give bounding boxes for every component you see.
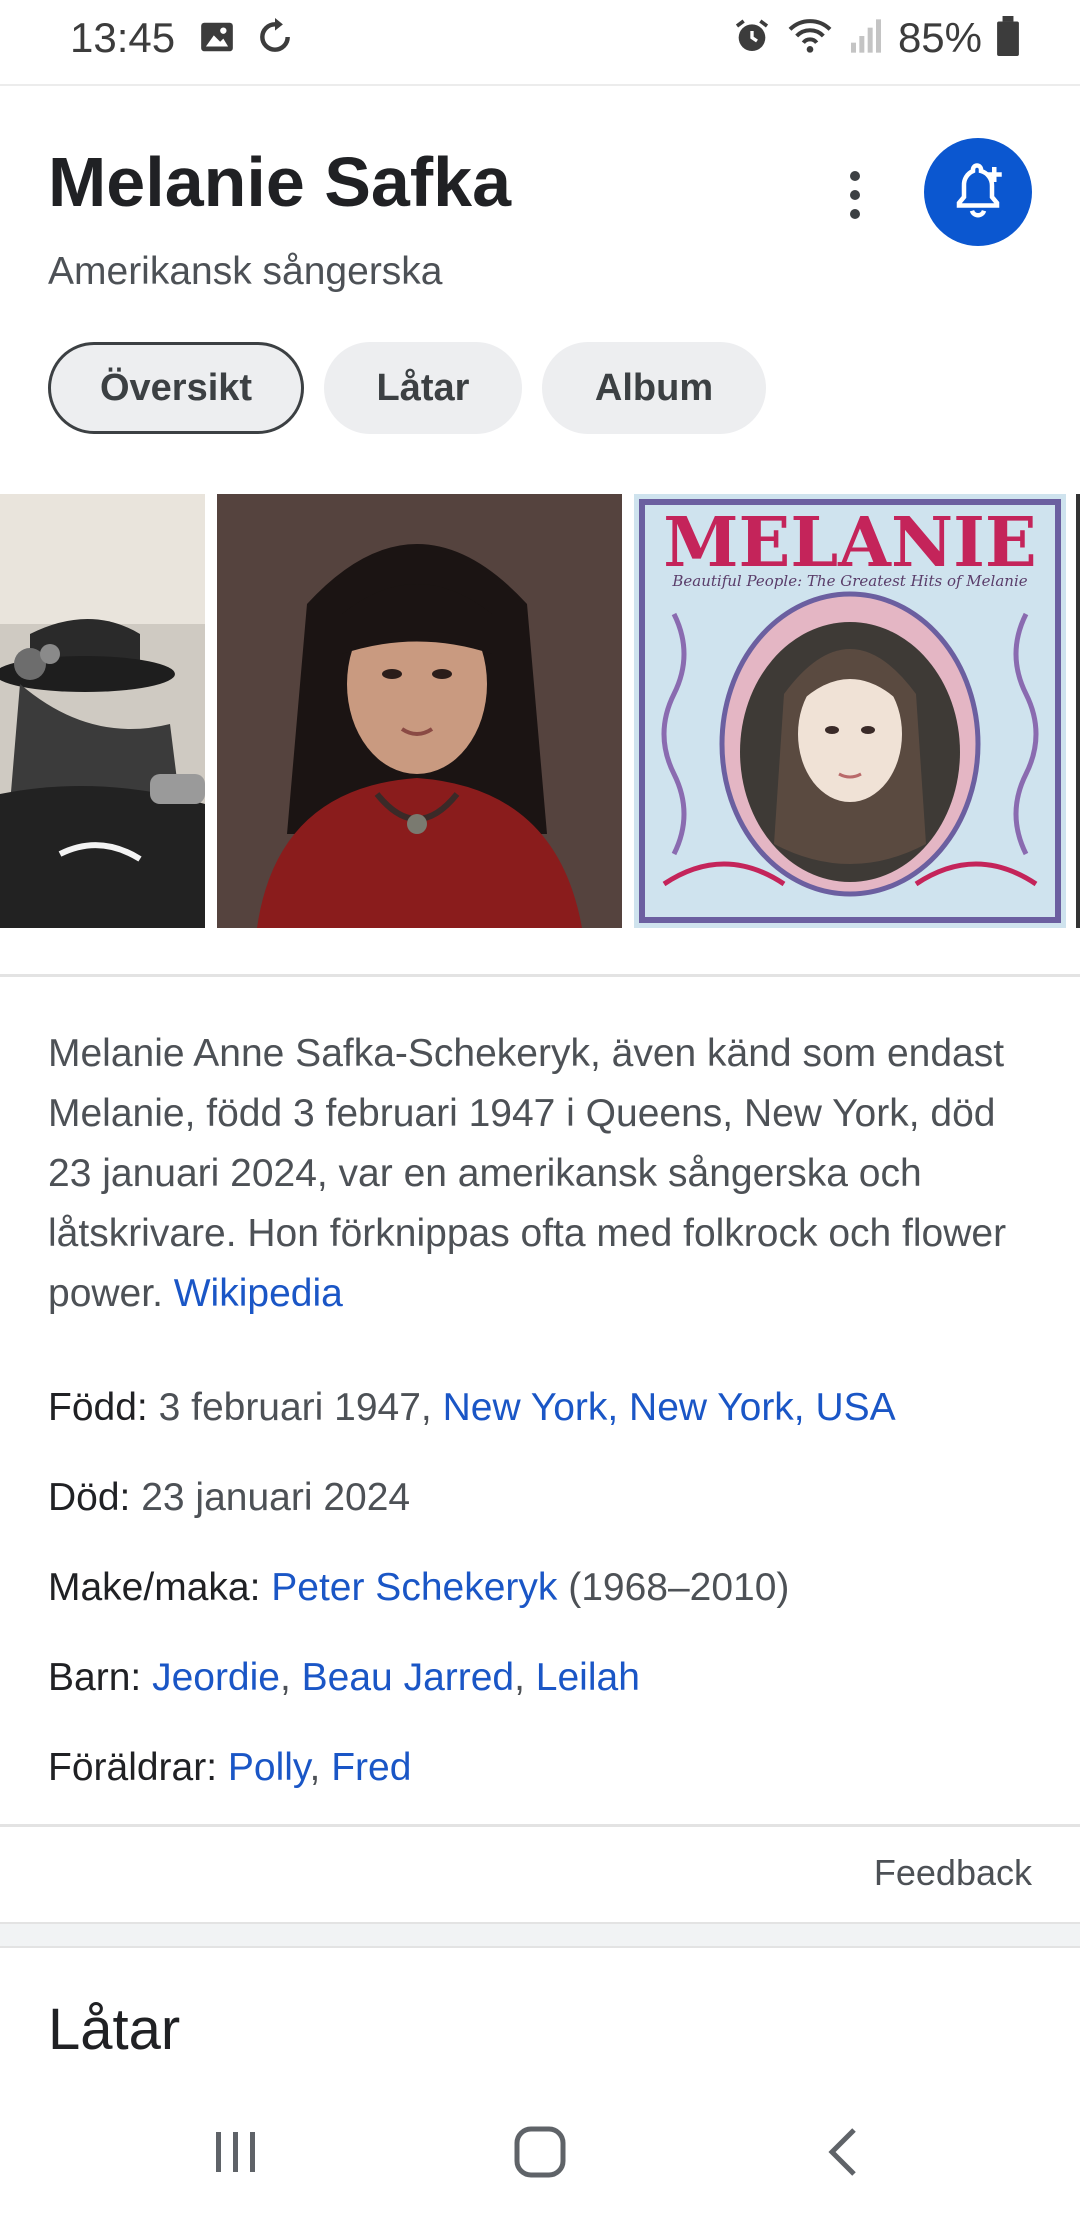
fact-child-link[interactable]: Jeordie [152,1656,280,1699]
fact-children-label: Barn: [48,1656,153,1699]
wifi-icon [786,16,834,61]
signal-icon [848,16,884,61]
album-cover-title: MELANIE [663,503,1036,583]
fact-spouse-years: (1968–2010) [568,1566,790,1609]
battery-percent: 85% [897,14,982,61]
bell-add-icon [956,163,1002,218]
recent-apps-icon [216,2132,255,2172]
entity-subtitle: Amerikansk sångerska [48,250,443,293]
system-nav-bar [0,2080,1080,2220]
photo-portrait[interactable] [217,494,622,928]
entity-title: Melanie Safka [48,143,511,221]
fact-spouse-label: Make/maka: [48,1566,272,1609]
description-text: Melanie Anne Safka-Schekeryk, även känd … [48,1024,1038,1324]
home-button[interactable] [510,2122,570,2187]
follow-notification-button[interactable] [924,138,1032,246]
home-icon [514,2126,566,2178]
back-icon [828,2128,856,2176]
separator: , [514,1656,536,1699]
fact-parent-link[interactable]: Polly [228,1746,310,1789]
tab-album[interactable]: Album [542,342,766,434]
recent-apps-button[interactable] [208,2124,264,2185]
status-left-icons [198,18,294,61]
alarm-icon [732,16,772,61]
separator: , [279,1656,302,1699]
fact-parents-label: Föräldrar: [48,1746,228,1789]
tab-bar: Översikt Låtar Album [48,342,766,434]
tab-oversikt[interactable]: Översikt [48,342,304,434]
tab-latar[interactable]: Låtar [324,342,522,434]
fact-spouse: Make/maka: Peter Schekeryk (1968–2010) [48,1558,1048,1648]
fact-died-label: Död: [48,1476,142,1519]
more-vert-icon [850,171,860,219]
fact-died-value: 23 januari 2024 [141,1476,411,1519]
fact-born-place-link[interactable]: New York, New York, USA [443,1386,896,1429]
image-gallery[interactable]: MELANIE Beautiful People: The Greatest H… [0,494,1080,928]
section-separator [0,1922,1080,1948]
sync-icon [256,18,294,61]
image-icon [198,18,236,61]
fact-spouse-link[interactable]: Peter Schekeryk [271,1566,568,1609]
photo-performing[interactable] [0,494,205,928]
back-button[interactable] [816,2122,872,2187]
fact-died: Död: 23 januari 2024 [48,1468,1048,1558]
section-heading-songs: Låtar [48,1997,181,2062]
more-options-button[interactable] [830,160,880,230]
separator: , [309,1746,332,1789]
fact-child-link[interactable]: Leilah [536,1656,640,1699]
status-bar: 13:45 85% [0,0,1080,86]
facts-list: Född: 3 februari 1947, New York, New Yor… [48,1378,1048,1828]
fact-child-link[interactable]: Beau Jarred [302,1656,514,1699]
divider [0,1824,1080,1827]
fact-parents: Föräldrar: Polly, Fred [48,1738,1048,1828]
fact-born: Född: 3 februari 1947, New York, New Yor… [48,1378,1048,1468]
album-cover-subtitle: Beautiful People: The Greatest Hits of M… [671,572,1027,590]
photo-next-peek[interactable] [1076,494,1080,928]
feedback-link[interactable]: Feedback [874,1852,1032,1894]
fact-children: Barn: Jeordie, Beau Jarred, Leilah [48,1648,1048,1738]
divider [0,974,1080,977]
fact-born-label: Född: [48,1386,159,1429]
status-right: 85% [732,14,1020,62]
battery-icon [996,15,1020,61]
photo-album-cover[interactable]: MELANIE Beautiful People: The Greatest H… [634,494,1066,928]
wikipedia-link[interactable]: Wikipedia [174,1272,343,1315]
fact-born-value: 3 februari 1947, [158,1386,443,1429]
status-time: 13:45 [70,14,176,61]
fact-parent-link[interactable]: Fred [331,1746,411,1789]
